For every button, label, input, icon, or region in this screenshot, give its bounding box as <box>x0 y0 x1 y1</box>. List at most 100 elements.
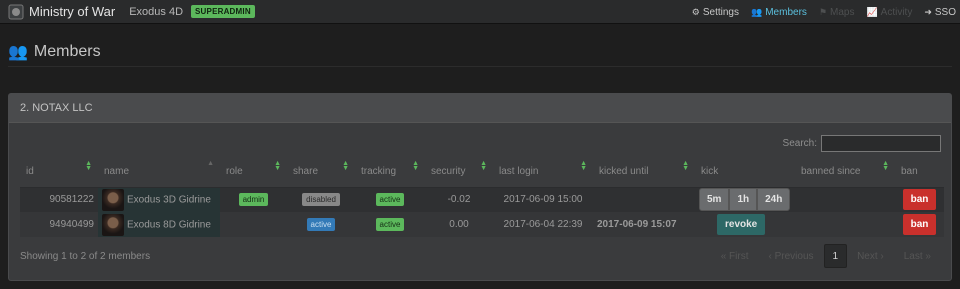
role-badge: SUPERADMIN <box>191 5 255 18</box>
last-login: 2017-06-04 22:39 <box>493 212 593 237</box>
kick-cell: revoke <box>695 212 795 237</box>
corporation-logo-icon <box>8 4 24 19</box>
revoke-kick-button[interactable]: revoke <box>717 214 766 235</box>
search-label: Search: <box>782 138 817 149</box>
role-cell: admin <box>220 187 287 212</box>
col-name[interactable]: name ▲ <box>98 157 220 188</box>
pagination-last[interactable]: Last » <box>894 244 941 268</box>
pagination-current-page[interactable]: 1 <box>823 244 848 268</box>
nav-settings[interactable]: ⚙ Settings <box>692 7 739 18</box>
corporation-panel: 2. NOTAX LLC Search: id ▲ ▼ name ▲ role ▲ ▼ s… <box>8 93 952 281</box>
col-security[interactable]: security ▲ ▼ <box>425 157 493 188</box>
gears-icon: ⚙ <box>691 6 700 17</box>
nav-sso[interactable]: ➜ SSO <box>924 7 956 18</box>
brand[interactable]: Ministry of War <box>8 4 115 20</box>
nav-maps[interactable]: ⚑ Maps <box>819 7 855 18</box>
sort-icon: ▲ ▼ <box>682 160 689 172</box>
share-cell: active <box>287 212 355 237</box>
sort-icon: ▲ ▼ <box>342 160 349 172</box>
member-name: Exodus 8D Gidrine <box>127 219 211 231</box>
share-badge: active <box>306 218 336 231</box>
divider <box>8 66 952 67</box>
col-id[interactable]: id ▲ ▼ <box>20 157 98 188</box>
share-badge: disabled <box>302 193 340 207</box>
brand-name: Ministry of War <box>29 4 116 19</box>
member-id: 90581222 <box>20 187 98 212</box>
search-input[interactable] <box>821 135 941 152</box>
table-header-row: id ▲ ▼ name ▲ role ▲ ▼ share ▲ ▼ tracking ▲ ▼ sec… <box>20 157 944 188</box>
kick-1h-button[interactable]: 1h <box>729 188 758 212</box>
col-kicked-until[interactable]: kicked until ▲ ▼ <box>593 157 695 188</box>
nav-activity[interactable]: 📈 Activity <box>866 7 912 18</box>
nav-maps-label: Maps <box>829 6 855 18</box>
kicked-until: 2017-06-09 15:07 <box>593 212 695 237</box>
tracking-badge: active <box>375 218 405 231</box>
role-cell <box>220 212 287 237</box>
page-title: 👥 Members <box>8 42 101 62</box>
member-name-cell: Exodus 3D Gidrine <box>98 187 220 212</box>
avatar <box>102 213 124 236</box>
share-cell: disabled <box>287 187 355 212</box>
member-name-cell: Exodus 8D Gidrine <box>98 212 220 237</box>
members-table: id ▲ ▼ name ▲ role ▲ ▼ share ▲ ▼ tracking ▲ ▼ sec… <box>20 157 944 237</box>
col-tracking[interactable]: tracking ▲ ▼ <box>355 157 425 188</box>
character-name[interactable]: Exodus 4D <box>129 6 183 18</box>
users-icon: 👥 <box>8 44 28 61</box>
role-badge: admin <box>238 193 269 207</box>
pagination-previous[interactable]: ‹ Previous <box>759 244 824 268</box>
col-kick: kick <box>695 157 795 188</box>
tracking-cell: active <box>355 187 425 212</box>
col-role[interactable]: role ▲ ▼ <box>220 157 287 188</box>
ban-cell: ban <box>895 187 944 212</box>
banned-since <box>795 187 895 212</box>
tracking-badge: active <box>375 193 405 207</box>
kick-24h-button[interactable]: 24h <box>757 188 791 212</box>
member-id: 94940499 <box>20 212 98 237</box>
panel-heading: 2. NOTAX LLC <box>9 94 951 123</box>
col-ban: ban <box>895 157 944 188</box>
nav-settings-label: Settings <box>702 6 739 18</box>
pagination-next[interactable]: Next › <box>847 244 894 268</box>
nav-members[interactable]: 👥 Members <box>751 7 807 18</box>
panel-title: 2. NOTAX LLC <box>20 102 93 114</box>
banned-since <box>795 212 895 237</box>
ban-button[interactable]: ban <box>902 214 937 235</box>
pagination-first[interactable]: « First <box>711 244 759 268</box>
security-status: -0.02 <box>425 187 493 212</box>
users-icon: 👥 <box>751 6 763 17</box>
table-row: 90581222 Exodus 3D Gidrine admin disable… <box>20 187 944 212</box>
pagination: « First ‹ Previous 1 Next › Last » <box>711 244 941 268</box>
search-box: Search: <box>783 135 941 152</box>
nav-menu: ⚙ Settings 👥 Members ⚑ Maps 📈 Activity ➜… <box>680 0 956 24</box>
sort-icon: ▲ ▼ <box>85 160 92 172</box>
nav-activity-label: Activity <box>880 6 913 18</box>
sign-in-icon: ➜ <box>924 6 932 17</box>
chart-icon: 📈 <box>866 6 878 17</box>
col-last-login[interactable]: last login ▲ ▼ <box>493 157 593 188</box>
sort-icon: ▲ ▼ <box>580 160 587 172</box>
security-status: 0.00 <box>425 212 493 237</box>
last-login: 2017-06-09 15:00 <box>493 187 593 212</box>
nav-members-label: Members <box>765 6 807 18</box>
kicked-until <box>593 187 695 212</box>
table-row: 94940499 Exodus 8D Gidrine active active… <box>20 212 944 237</box>
kick-5m-button[interactable]: 5m <box>699 188 730 212</box>
table-info: Showing 1 to 2 of 2 members <box>20 251 151 262</box>
sort-icon: ▲ ▼ <box>480 160 487 172</box>
top-navbar: Ministry of War Exodus 4D SUPERADMIN ⚙ S… <box>0 0 960 24</box>
sort-icon: ▲ ▼ <box>274 160 281 172</box>
tracking-cell: active <box>355 212 425 237</box>
col-banned-since[interactable]: banned since ▲ ▼ <box>795 157 895 188</box>
ban-button[interactable]: ban <box>902 189 937 211</box>
sort-icon: ▲ ▼ <box>882 160 889 172</box>
sort-icon: ▲ ▼ <box>412 160 419 172</box>
flag-icon: ⚑ <box>818 6 827 17</box>
avatar <box>102 188 124 211</box>
nav-sso-label: SSO <box>934 6 956 18</box>
page-title-text: Members <box>33 43 101 60</box>
ban-cell: ban <box>895 212 944 237</box>
kick-cell: 5m 1h 24h <box>695 187 795 212</box>
sort-asc-icon: ▲ <box>207 160 214 167</box>
col-share[interactable]: share ▲ ▼ <box>287 157 355 188</box>
kick-button-group: 5m 1h 24h <box>699 188 791 212</box>
